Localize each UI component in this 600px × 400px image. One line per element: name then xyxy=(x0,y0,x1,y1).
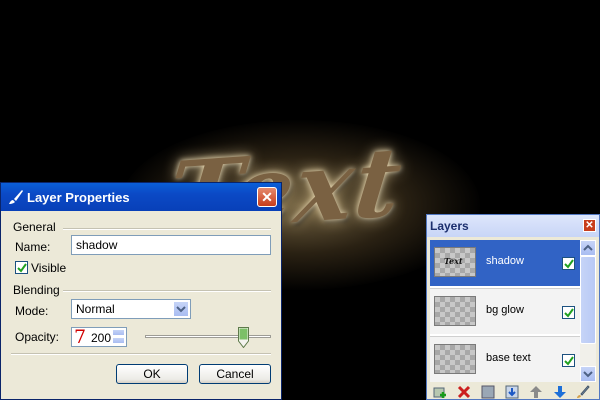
layer-visible-checkbox[interactable] xyxy=(562,306,575,319)
layers-close-button[interactable]: ✕ xyxy=(583,219,596,232)
thumbnail-text: Text xyxy=(444,256,463,266)
visible-label: Visible xyxy=(31,261,67,275)
move-up-icon[interactable] xyxy=(529,385,543,399)
chevron-down-icon xyxy=(583,371,593,378)
close-icon: ✕ xyxy=(585,220,594,231)
general-divider xyxy=(63,228,271,230)
opacity-label: Opacity: xyxy=(15,330,60,344)
layer-name: bg glow xyxy=(486,304,524,316)
button-divider xyxy=(11,353,271,355)
mode-dropdown-button[interactable] xyxy=(173,301,189,317)
layer-name: shadow xyxy=(486,255,524,267)
layer-row-base-text[interactable]: base text xyxy=(430,336,580,382)
scroll-thumb[interactable] xyxy=(580,256,596,344)
layers-toolbar xyxy=(430,385,598,399)
layer-name: base text xyxy=(486,352,531,364)
scroll-down-button[interactable] xyxy=(580,366,596,382)
layer-visible-checkbox[interactable] xyxy=(562,354,575,367)
checkmark-icon xyxy=(564,259,574,269)
layer-properties-dialog: Layer Properties ✕ General Name: shadow … xyxy=(0,182,282,400)
delete-layer-icon[interactable] xyxy=(457,385,471,399)
spin-down-button[interactable] xyxy=(112,337,125,344)
layer-list: Text shadow bg glow base text xyxy=(430,240,580,382)
opacity-spinner[interactable] xyxy=(112,329,125,345)
layers-title: Layers xyxy=(430,219,469,233)
add-layer-icon[interactable] xyxy=(433,385,447,399)
move-down-icon[interactable] xyxy=(553,385,567,399)
chevron-down-icon xyxy=(176,306,186,313)
duplicate-layer-icon[interactable] xyxy=(481,385,495,399)
name-input[interactable]: shadow xyxy=(71,235,271,255)
layer-list-scrollbar[interactable] xyxy=(580,240,596,382)
merge-down-icon[interactable] xyxy=(505,385,519,399)
checkmark-icon xyxy=(564,356,574,366)
blending-divider xyxy=(63,290,271,292)
checkmark-icon xyxy=(564,308,574,318)
layer-thumbnail xyxy=(434,296,476,326)
layers-title-bar[interactable]: Layers ✕ xyxy=(427,215,599,237)
layer-thumbnail xyxy=(434,344,476,374)
opacity-spinbox[interactable]: 7 200 xyxy=(71,326,127,348)
spin-up-button[interactable] xyxy=(112,329,125,336)
properties-icon[interactable] xyxy=(576,385,590,399)
ok-button[interactable]: OK xyxy=(116,364,188,384)
chevron-up-icon xyxy=(583,244,593,251)
blending-section-label: Blending xyxy=(13,283,60,297)
dialog-title-bar[interactable]: Layer Properties ✕ xyxy=(1,183,281,211)
layer-thumbnail: Text xyxy=(434,247,476,277)
opacity-slider-thumb[interactable] xyxy=(238,327,250,348)
opacity-value: 200 xyxy=(91,331,112,345)
close-button[interactable]: ✕ xyxy=(257,187,277,207)
opacity-slider-track[interactable] xyxy=(145,335,271,338)
layers-panel: Layers ✕ Text shadow bg glow base text xyxy=(426,214,600,400)
cancel-button[interactable]: Cancel xyxy=(199,364,271,384)
opacity-marker-icon: 7 xyxy=(74,326,87,348)
mode-select[interactable]: Normal xyxy=(71,299,191,319)
layer-row-bg-glow[interactable]: bg glow xyxy=(430,288,580,334)
dialog-title: Layer Properties xyxy=(27,190,130,205)
visible-checkbox[interactable] xyxy=(15,261,28,274)
checkmark-icon xyxy=(17,263,27,273)
scroll-up-button[interactable] xyxy=(580,240,596,256)
layer-visible-checkbox[interactable] xyxy=(562,257,575,270)
general-section-label: General xyxy=(13,220,56,234)
close-icon: ✕ xyxy=(261,189,273,205)
name-label: Name: xyxy=(15,240,51,254)
layer-row-shadow[interactable]: Text shadow xyxy=(430,240,580,286)
mode-value: Normal xyxy=(76,302,115,316)
mode-label: Mode: xyxy=(15,304,49,318)
paintbrush-icon xyxy=(9,190,23,204)
